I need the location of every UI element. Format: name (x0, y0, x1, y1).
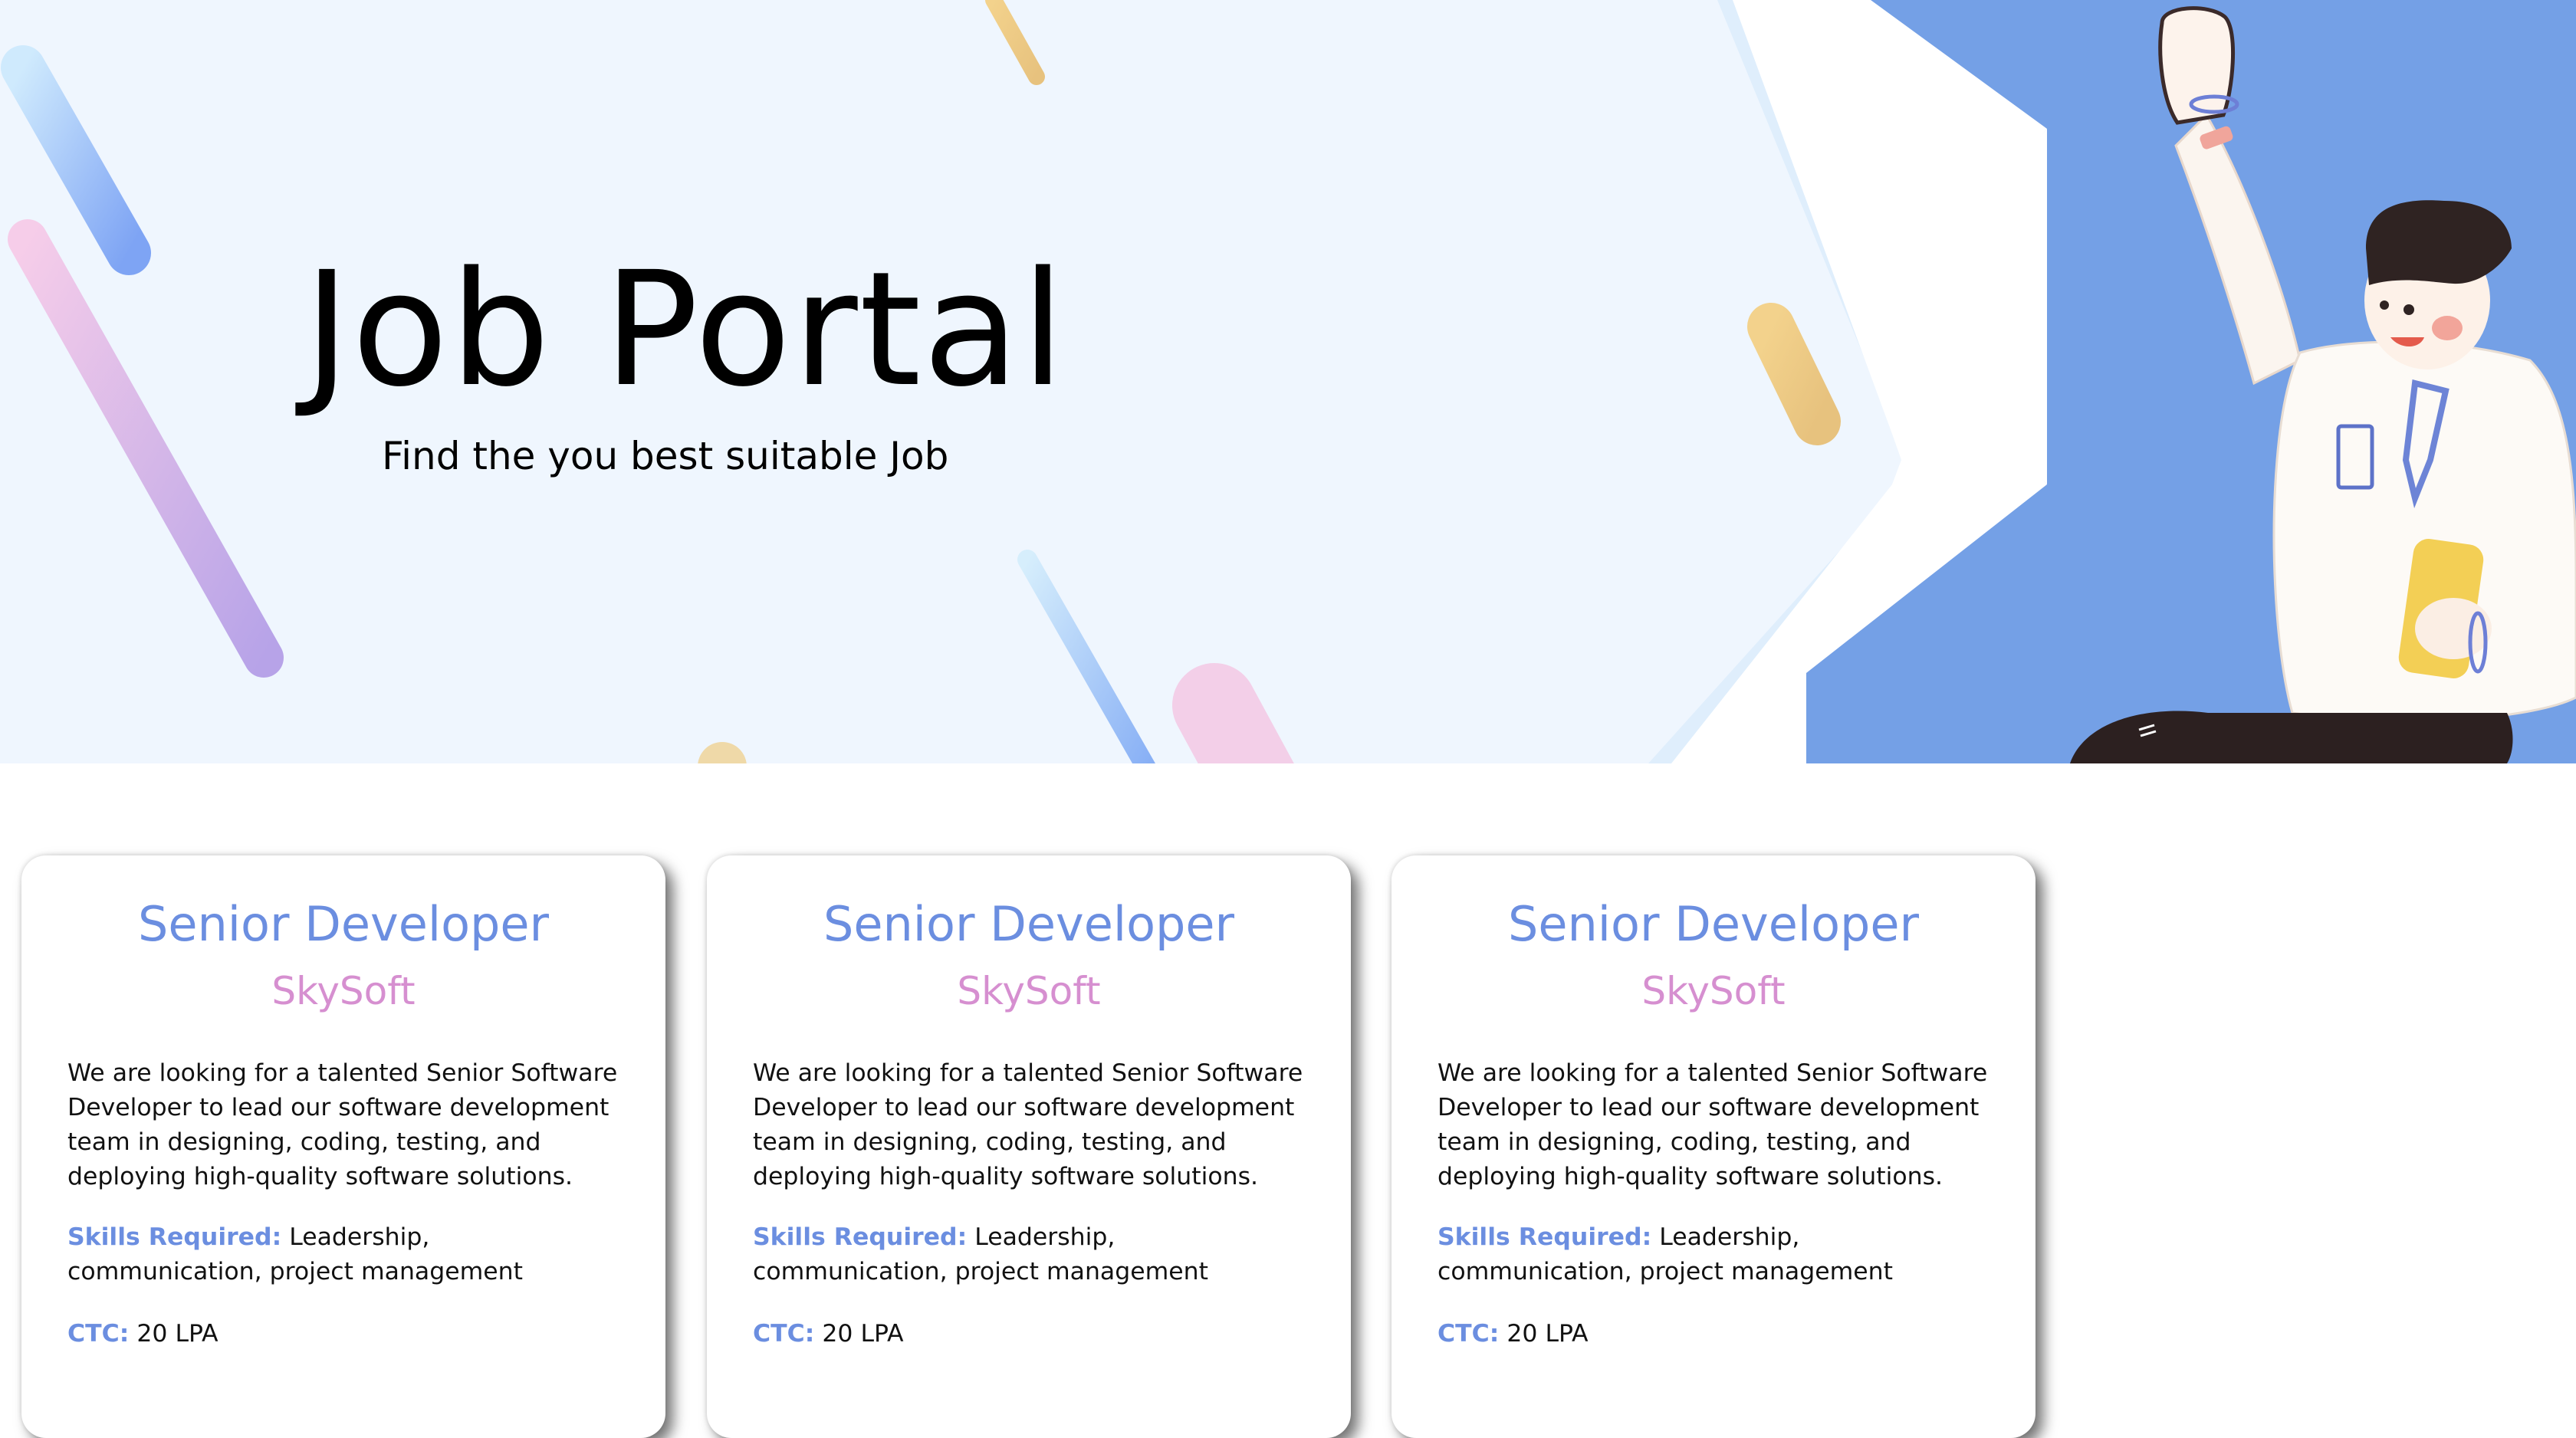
company-name: SkySoft (1641, 969, 1786, 1013)
ctc-row: CTC: 20 LPA (67, 1317, 619, 1351)
skills-label: Skills Required: (67, 1223, 282, 1251)
ctc-label: CTC: (67, 1320, 130, 1348)
job-title: Senior Developer (137, 896, 550, 952)
job-title: Senior Developer (823, 896, 1235, 952)
hero-title: Job Portal (304, 238, 1066, 422)
skills-row: Skills Required: Leadership, communicati… (67, 1220, 619, 1289)
ctc-row: CTC: 20 LPA (753, 1317, 1305, 1351)
ctc-value: 20 LPA (136, 1320, 219, 1348)
job-description: We are looking for a talented Senior Sof… (67, 1059, 618, 1190)
job-card-list: Senior Developer SkySoft We are looking … (21, 855, 2551, 1438)
ctc-label: CTC: (753, 1320, 815, 1348)
skills-label: Skills Required: (1438, 1223, 1652, 1251)
decor-streak-gold-top (985, 0, 1045, 85)
ctc-label: CTC: (1438, 1320, 1500, 1348)
job-card[interactable]: Senior Developer SkySoft We are looking … (707, 855, 1351, 1438)
decor-streak-blue-small (1017, 550, 1155, 763)
job-card[interactable]: Senior Developer SkySoft We are looking … (21, 855, 665, 1438)
decor-streak-purple (8, 219, 284, 678)
ctc-value: 20 LPA (1506, 1320, 1589, 1348)
skills-row: Skills Required: Leadership, communicati… (753, 1220, 1305, 1289)
hero-banner: Job Portal Find the you best suitable Jo… (0, 0, 2576, 763)
company-name: SkySoft (957, 969, 1101, 1013)
job-description: We are looking for a talented Senior Sof… (753, 1059, 1303, 1190)
job-card[interactable]: Senior Developer SkySoft We are looking … (1392, 855, 2036, 1438)
hero-subtitle: Find the you best suitable Job (382, 434, 949, 478)
ctc-row: CTC: 20 LPA (1438, 1317, 1990, 1351)
decor-streak-pink-bottom (1172, 663, 1294, 763)
decor-streak-gold-right (1747, 303, 1841, 445)
job-title: Senior Developer (1507, 896, 1920, 952)
job-description: We are looking for a talented Senior Sof… (1438, 1059, 1988, 1190)
company-name: SkySoft (271, 969, 416, 1013)
decor-dot-gold (698, 742, 747, 763)
skills-row: Skills Required: Leadership, communicati… (1438, 1220, 1990, 1289)
ctc-value: 20 LPA (822, 1320, 904, 1348)
skills-label: Skills Required: (753, 1223, 968, 1251)
